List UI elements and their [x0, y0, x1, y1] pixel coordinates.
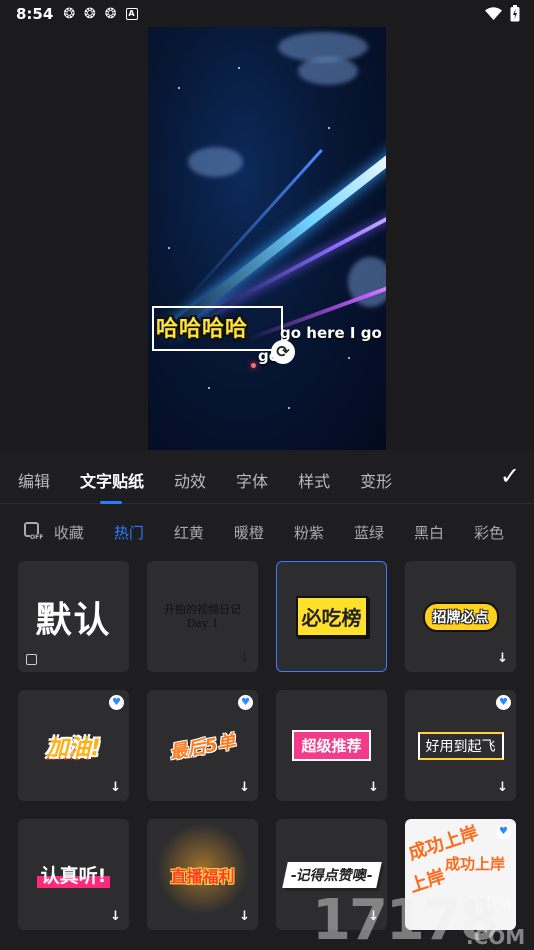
sticker-card-diary[interactable]: 开拍的视频日记 Day 1 ↓ [147, 561, 258, 672]
sticker-text: 开拍的视频日记 [164, 602, 241, 616]
sticker-text: 超级推荐 [292, 730, 371, 761]
download-icon: ↓ [239, 651, 250, 666]
sticker-text: 成功上岸 [445, 855, 506, 873]
download-icon: ↓ [497, 651, 508, 666]
sticker-card-default[interactable]: 默认 [18, 561, 129, 672]
category-colorful[interactable]: 彩色 [474, 522, 504, 543]
download-icon: ↓ [239, 909, 250, 924]
cloud [298, 57, 358, 85]
editor-tabs: 编辑 文字贴纸 动效 字体 样式 变形 [0, 456, 534, 504]
download-icon: ↓ [110, 909, 121, 924]
sticker-card-haoyong[interactable]: 好用到起飞 ♥ ↓ [405, 690, 516, 801]
battery-icon [510, 5, 520, 22]
tab-style[interactable]: 样式 [298, 468, 330, 492]
sticker-text: 认真听! [36, 861, 111, 888]
sticker-card-zhibo[interactable]: 直播福利 ↓ [147, 819, 258, 930]
sticker-text: 好用到起飞 [417, 731, 504, 760]
vip-diamond-icon: ♥ [496, 695, 511, 710]
preview-text-sticker[interactable]: 哈哈哈哈 [156, 311, 248, 343]
category-pink-purple[interactable]: 粉紫 [294, 522, 324, 543]
vip-diamond-icon: ♥ [238, 695, 253, 710]
sticker-text: 加油! [46, 735, 101, 761]
off-icon-label: OFF [30, 534, 44, 541]
app-notification-icon: ❂ [63, 5, 76, 22]
category-blue-green[interactable]: 蓝绿 [354, 522, 384, 543]
sticker-text: -记得点赞噢- [281, 861, 382, 888]
star [238, 67, 240, 69]
sticker-text: 招牌必点 [422, 601, 499, 632]
sticker-text: 直播福利 [170, 866, 235, 886]
tab-text-sticker[interactable]: 文字贴纸 [80, 468, 144, 504]
wifi-icon [485, 6, 502, 20]
sticker-off-icon[interactable]: OFF [22, 521, 44, 543]
category-red-yellow[interactable]: 红黄 [174, 522, 204, 543]
app-notification-icon: ❂ [104, 5, 117, 22]
category-hot[interactable]: 热门 [114, 522, 144, 543]
sticker-card-zhaopai[interactable]: 招牌必点 ↓ [405, 561, 516, 672]
sticker-preview: 必吃榜 [277, 562, 386, 671]
rotate-handle-icon[interactable]: ⟳ [271, 340, 295, 364]
download-icon: ↓ [368, 780, 379, 795]
sticker-card-zuihou[interactable]: 最后5单 ♥ ↓ [147, 690, 258, 801]
sticker-card-renzhen[interactable]: 认真听! ↓ [18, 819, 129, 930]
star [288, 407, 290, 409]
status-bar: 8:54 ❂ ❂ ❂ A [0, 0, 534, 27]
tab-font[interactable]: 字体 [236, 468, 268, 492]
category-warm-orange[interactable]: 暖橙 [234, 522, 264, 543]
download-icon: ↓ [239, 780, 250, 795]
category-black-white[interactable]: 黑白 [414, 522, 444, 543]
checkmark-icon[interactable]: ✓ [500, 462, 520, 490]
sticker-text: 最后5单 [168, 730, 238, 764]
preview-caption-line1[interactable]: go here I go [280, 324, 382, 342]
star [208, 387, 210, 389]
status-time: 8:54 [16, 4, 54, 23]
sticker-card-chaoji[interactable]: 超级推荐 ↓ [276, 690, 387, 801]
star [178, 87, 180, 89]
category-bar: OFF 收藏 热门 红黄 暖橙 粉紫 蓝绿 黑白 彩色 [0, 518, 534, 546]
tab-transform[interactable]: 变形 [360, 468, 392, 492]
vip-diamond-icon: ♥ [496, 824, 511, 839]
download-icon: ↓ [497, 780, 508, 795]
status-right [485, 5, 520, 22]
star [328, 127, 330, 129]
category-favorites[interactable]: 收藏 [54, 522, 84, 543]
sticker-card-bichibang[interactable]: 必吃榜 [276, 561, 387, 672]
star [348, 357, 350, 359]
sticker-text: Day 1 [186, 616, 219, 630]
tab-animation[interactable]: 动效 [174, 468, 206, 492]
site-watermark-label: 下载站 [470, 896, 512, 912]
app-root: 8:54 ❂ ❂ ❂ A 哈哈哈哈 go here I go go ⟳ 编辑 文… [0, 0, 534, 950]
meteor-spark [251, 363, 256, 368]
video-preview[interactable] [148, 27, 386, 450]
sticker-text: 必吃榜 [295, 596, 368, 637]
app-notification-icon: ❂ [84, 5, 96, 22]
sticker-card-jiayou[interactable]: 加油! ♥ ↓ [18, 690, 129, 801]
cloud [188, 147, 243, 177]
sticker-text: 默认 [35, 599, 112, 641]
star [168, 247, 170, 249]
a-notification-icon: A [125, 7, 138, 20]
download-icon: ↓ [110, 780, 121, 795]
tab-edit[interactable]: 编辑 [18, 468, 50, 492]
sticker-badge-icon [26, 654, 37, 665]
vip-diamond-icon: ♥ [109, 695, 124, 710]
site-watermark-domain: .COM [466, 925, 526, 949]
